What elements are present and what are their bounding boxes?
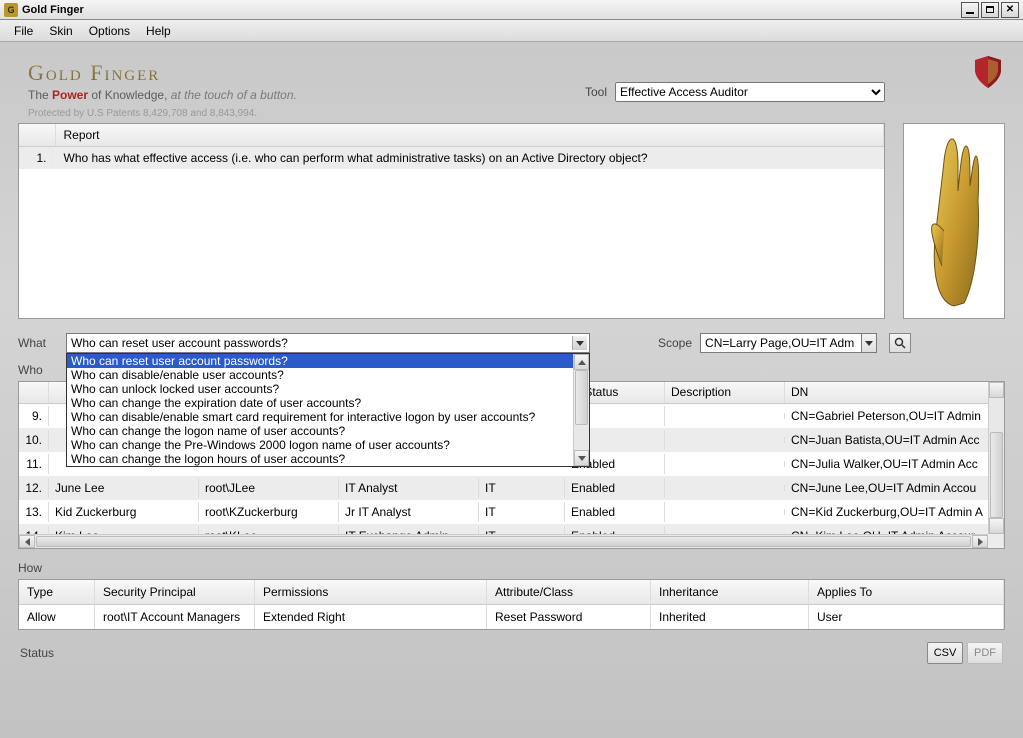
what-select[interactable]: Who can reset user account passwords?	[66, 333, 590, 353]
chevron-down-icon	[865, 341, 873, 346]
menu-help[interactable]: Help	[138, 22, 179, 40]
what-label: What	[18, 336, 58, 350]
table-row[interactable]: 12. June Lee root\JLee IT Analyst IT Ena…	[19, 476, 1004, 500]
tool-select[interactable]: Effective Access Auditor	[615, 82, 885, 102]
patents-text: Protected by U.S Patents 8,429,708 and 8…	[28, 108, 585, 119]
chevron-down-icon	[576, 341, 584, 346]
menu-options[interactable]: Options	[81, 22, 138, 40]
dropdown-scrollbar[interactable]	[573, 354, 589, 466]
window-title: Gold Finger	[22, 4, 959, 16]
how-row[interactable]: Allow root\IT Account Managers Extended …	[19, 605, 1004, 629]
what-option[interactable]: Who can change the Pre-Windows 2000 logo…	[67, 438, 589, 452]
report-col-name: Report	[55, 124, 884, 147]
tagline: The Power of Knowledge, at the touch of …	[28, 88, 585, 102]
scope-dropdown-button[interactable]	[861, 333, 877, 353]
what-option[interactable]: Who can change the logon name of user ac…	[67, 424, 589, 438]
what-option[interactable]: Who can reset user account passwords?	[67, 354, 589, 368]
scope-label: Scope	[658, 336, 692, 350]
csv-button[interactable]: CSV	[927, 642, 963, 664]
titlebar: G Gold Finger	[0, 0, 1023, 20]
scroll-up-icon[interactable]	[989, 382, 1004, 398]
how-label: How	[18, 561, 1005, 575]
report-list[interactable]: Report 1. Who has what effective access …	[18, 123, 885, 319]
what-option[interactable]: Who can change the expiration date of us…	[67, 396, 589, 410]
close-button[interactable]	[1001, 2, 1019, 18]
how-grid-header: Type Security Principal Permissions Attr…	[19, 580, 1004, 605]
tool-label: Tool	[585, 85, 607, 99]
maximize-button[interactable]	[981, 2, 999, 18]
search-button[interactable]	[889, 333, 911, 353]
grid-vertical-scrollbar[interactable]	[988, 382, 1004, 534]
scroll-left-icon[interactable]	[19, 535, 35, 548]
what-option[interactable]: Who can unlock locked user accounts?	[67, 382, 589, 396]
search-icon	[894, 337, 906, 349]
brand-block: Gold Finger The Power of Knowledge, at t…	[28, 60, 585, 119]
scroll-up-icon[interactable]	[574, 354, 589, 370]
report-col-num	[19, 124, 55, 147]
report-row[interactable]: 1. Who has what effective access (i.e. w…	[19, 147, 884, 170]
pdf-button[interactable]: PDF	[967, 642, 1003, 664]
how-grid[interactable]: Type Security Principal Permissions Attr…	[18, 579, 1005, 630]
scroll-down-icon[interactable]	[574, 450, 589, 466]
menu-skin[interactable]: Skin	[41, 22, 80, 40]
menubar: File Skin Options Help	[0, 20, 1023, 42]
what-option[interactable]: Who can change the logon hours of user a…	[67, 452, 589, 466]
gold-hand-image	[903, 123, 1005, 319]
brand-name: Gold Finger	[28, 60, 585, 86]
status-label: Status	[20, 646, 923, 660]
menu-file[interactable]: File	[6, 22, 41, 40]
minimize-button[interactable]	[961, 2, 979, 18]
scroll-down-icon[interactable]	[989, 518, 1004, 534]
what-option[interactable]: Who can disable/enable smart card requir…	[67, 410, 589, 424]
shield-icon	[975, 56, 1001, 88]
what-dropdown-list[interactable]: Who can reset user account passwords? Wh…	[66, 353, 590, 467]
what-option[interactable]: Who can disable/enable user accounts?	[67, 368, 589, 382]
scope-input[interactable]: CN=Larry Page,OU=IT Adm	[700, 333, 862, 353]
app-icon: G	[4, 3, 18, 17]
grid-horizontal-scrollbar[interactable]	[19, 534, 988, 548]
table-row[interactable]: 13. Kid Zuckerburg root\KZuckerburg Jr I…	[19, 500, 1004, 524]
scroll-right-icon[interactable]	[972, 535, 988, 548]
